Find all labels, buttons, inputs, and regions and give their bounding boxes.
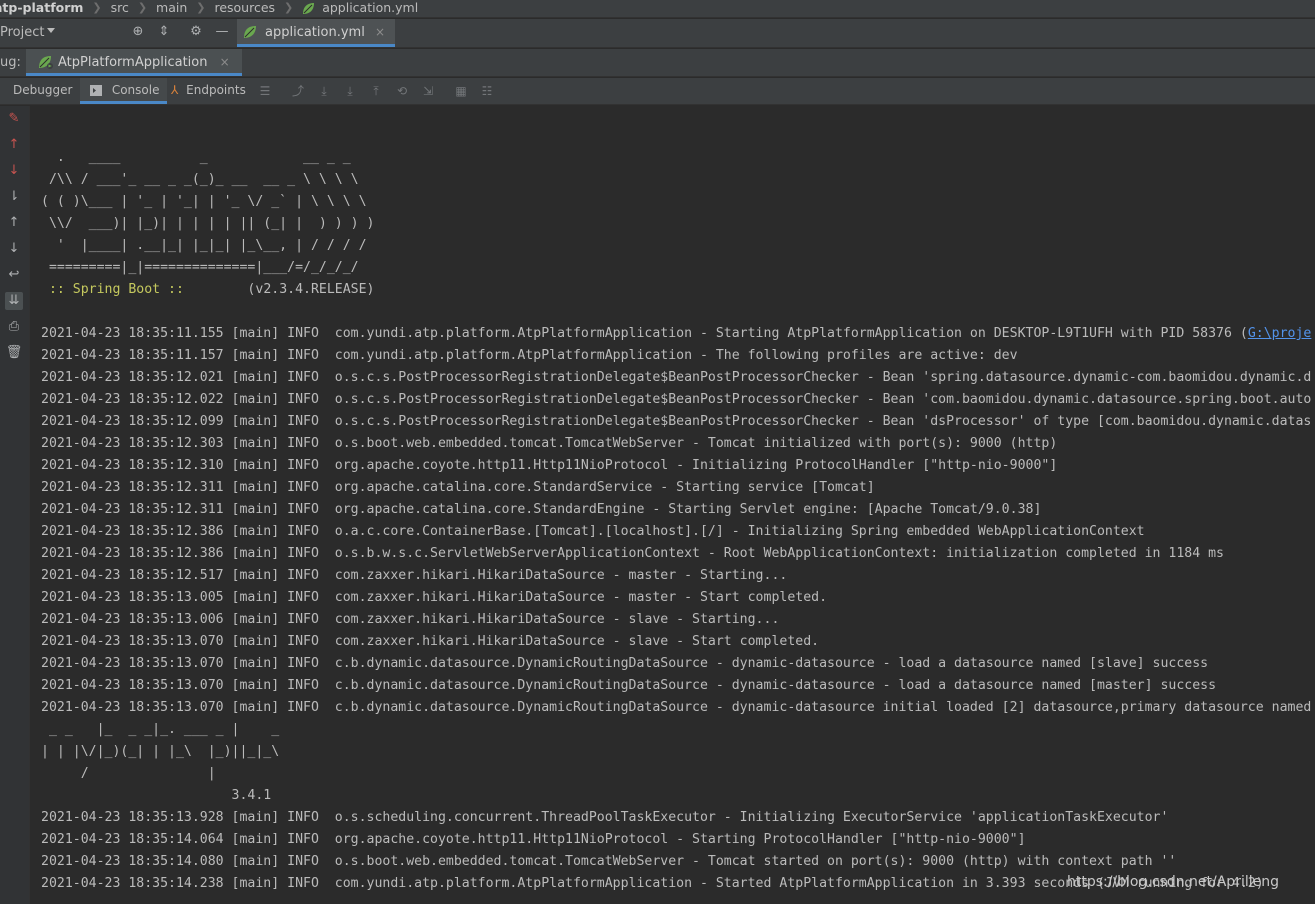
soft-wrap-icon[interactable]: ↩: [5, 266, 23, 284]
mybatis-plus-banner-line: / |: [41, 766, 216, 781]
log-line: 2021-04-23 18:35:13.070 [main] INFO com.…: [41, 634, 820, 649]
close-icon[interactable]: ×: [375, 25, 385, 39]
log-line: 2021-04-23 18:35:12.022 [main] INFO o.s.…: [41, 392, 1312, 407]
trash-icon[interactable]: 🗑: [5, 344, 23, 362]
log-line: 2021-04-23 18:35:12.517 [main] INFO com.…: [41, 568, 788, 583]
log-line: 2021-04-23 18:35:12.386 [main] INFO o.a.…: [41, 524, 1145, 539]
breadcrumb-separator-icon: ❯: [284, 1, 294, 14]
log-line: 2021-04-23 18:35:14.064 [main] INFO org.…: [41, 832, 1026, 847]
gear-icon[interactable]: ⚙: [187, 23, 205, 41]
hide-panel-icon[interactable]: —: [213, 23, 231, 41]
project-view-selector[interactable]: Project: [0, 25, 44, 40]
log-line: 2021-04-23 18:35:12.311 [main] INFO org.…: [41, 480, 875, 495]
arrow-down-icon[interactable]: ↓: [5, 162, 23, 180]
log-line: 2021-04-23 18:35:12.303 [main] INFO o.s.…: [41, 436, 1058, 451]
log-line: 2021-04-23 18:35:13.928 [main] INFO o.s.…: [41, 810, 1169, 825]
step-into-icon[interactable]: ⤓: [342, 83, 358, 99]
mybatis-plus-banner-line: _ _ |_ _ _|_. ___ _ | _: [41, 722, 280, 737]
log-line: 2021-04-23 18:35:11.157 [main] INFO com.…: [41, 348, 1018, 363]
log-line: 2021-04-23 18:35:12.021 [main] INFO o.s.…: [41, 370, 1312, 385]
evaluate-expression-icon[interactable]: ▦: [453, 83, 469, 99]
breadcrumb-separator-icon: ❯: [196, 1, 206, 14]
chevron-down-icon[interactable]: [47, 28, 55, 33]
spring-boot-label: :: Spring Boot ::: [41, 282, 192, 297]
banner-line: . ____ _ __ _ _: [41, 150, 351, 165]
tab-console[interactable]: Console: [80, 78, 168, 104]
mybatis-plus-banner-line: 3.4.1: [41, 788, 272, 803]
scroll-to-end-icon[interactable]: ⇊: [5, 292, 23, 310]
breadcrumb-project[interactable]: atp-platform: [0, 0, 83, 16]
sort-icon[interactable]: ⇂: [5, 188, 23, 206]
tab-label: Debugger: [13, 83, 73, 97]
mybatis-plus-banner-line: | | |\/|_)(_| | |_\ |_)||_|_\: [41, 744, 280, 759]
collapse-all-icon[interactable]: ⇕: [155, 23, 173, 41]
breadcrumb-src[interactable]: src: [111, 0, 129, 16]
menu-icon[interactable]: ☰: [257, 83, 273, 99]
banner-line: ' |____| .__|_| |_|_| |_\__, | / / / /: [41, 238, 367, 253]
breadcrumb-separator-icon: ❯: [137, 1, 148, 14]
breadcrumb-file[interactable]: application.yml: [322, 0, 418, 16]
breadcrumb-resources[interactable]: resources: [214, 0, 275, 16]
console-icon: [90, 85, 102, 96]
clear-console-icon[interactable]: ✎: [5, 110, 23, 128]
locate-target-icon[interactable]: ⊕: [129, 23, 147, 41]
watermark: https://blog.csdn.net/Aprilleng: [1066, 874, 1279, 890]
breadcrumb-main[interactable]: main: [156, 0, 187, 16]
debug-label: ug:: [0, 55, 21, 70]
tab-debugger[interactable]: Debugger: [13, 78, 72, 104]
close-icon[interactable]: ×: [220, 55, 230, 69]
tab-label: application.yml: [265, 25, 365, 40]
breadcrumb-separator-icon: ❯: [92, 1, 102, 14]
run-to-cursor-icon[interactable]: ⇲: [420, 83, 436, 99]
print-icon[interactable]: ⎙: [5, 318, 23, 336]
spring-boot-icon: [38, 55, 54, 69]
drop-frame-icon[interactable]: ⟲: [394, 83, 410, 99]
log-line: 2021-04-23 18:35:13.070 [main] INFO c.b.…: [41, 656, 1209, 671]
debug-header: ug: AtpPlatformApplication ×: [0, 49, 1315, 77]
banner-line: \\/ ___)| |_)| | | | | || (_| | ) ) ) ): [41, 216, 375, 231]
show-execution-point-icon[interactable]: ⤴: [290, 83, 306, 99]
banner-line: /\\ / ___'_ __ _ _(_)_ __ __ _ \ \ \ \: [41, 172, 359, 187]
yaml-file-icon: [302, 2, 315, 15]
console-output[interactable]: . ____ _ __ _ _ /\\ / ___'_ __ _ _(_)_ _…: [30, 106, 1315, 904]
yaml-file-icon: [243, 25, 257, 39]
step-over-icon[interactable]: ⤓: [316, 83, 332, 99]
path-link[interactable]: G:\proje: [1248, 326, 1312, 341]
log-line: 2021-04-23 18:35:12.310 [main] INFO org.…: [41, 458, 1058, 473]
console-gutter: ✎ ↑ ↓ ⇂ ↑ ↓ ↩ ⇊ ⎙ 🗑: [0, 106, 30, 904]
banner-line: =========|_|==============|___/=/_/_/_/: [41, 260, 359, 275]
project-toolbar: Project ⊕ ⇕ ⚙ — application.yml ×: [0, 19, 1315, 48]
log-line: 2021-04-23 18:35:11.155 [main] INFO com.…: [41, 323, 1311, 345]
trace-icon[interactable]: ☷: [479, 83, 495, 99]
log-line: 2021-04-23 18:35:13.070 [main] INFO c.b.…: [41, 700, 1312, 715]
endpoints-icon: ⅄: [171, 83, 179, 97]
log-line: 2021-04-23 18:35:13.070 [main] INFO c.b.…: [41, 678, 1217, 693]
log-line: 2021-04-23 18:35:13.006 [main] INFO com.…: [41, 612, 780, 627]
tab-application-yml[interactable]: application.yml ×: [237, 19, 396, 47]
step-out-icon[interactable]: ⤒: [368, 83, 384, 99]
breadcrumb: atp-platform ❯ src ❯ main ❯ resources ❯ …: [0, 0, 1315, 18]
spring-boot-version-line: :: Spring Boot :: (v2.3.4.RELEASE): [41, 279, 375, 301]
tab-label: Endpoints: [186, 83, 246, 97]
banner-line: ( ( )\___ | '_ | '_| | '_ \/ _` | \ \ \ …: [41, 194, 367, 209]
log-line: 2021-04-23 18:35:14.080 [main] INFO o.s.…: [41, 854, 1177, 869]
tab-label: Console: [111, 83, 160, 97]
spring-boot-version: (v2.3.4.RELEASE): [191, 282, 375, 297]
log-line: 2021-04-23 18:35:13.005 [main] INFO com.…: [41, 590, 828, 605]
tab-label: AtpPlatformApplication: [58, 55, 208, 70]
up-icon[interactable]: ↑: [5, 214, 23, 232]
log-line: 2021-04-23 18:35:12.099 [main] INFO o.s.…: [41, 414, 1312, 429]
down-icon[interactable]: ↓: [5, 240, 23, 258]
log-line: 2021-04-23 18:35:12.386 [main] INFO o.s.…: [41, 546, 1224, 561]
tab-endpoints[interactable]: ⅄ Endpoints: [171, 78, 246, 104]
log-line: 2021-04-23 18:35:12.311 [main] INFO org.…: [41, 502, 1042, 517]
log-text: 2021-04-23 18:35:11.155 [main] INFO com.…: [41, 326, 1248, 341]
tab-run-configuration[interactable]: AtpPlatformApplication ×: [26, 49, 242, 76]
arrow-up-icon[interactable]: ↑: [5, 136, 23, 154]
debug-subtabs: Debugger Console ⅄ Endpoints ☰ ⤴ ⤓ ⤓ ⤒ ⟲…: [0, 78, 1315, 105]
